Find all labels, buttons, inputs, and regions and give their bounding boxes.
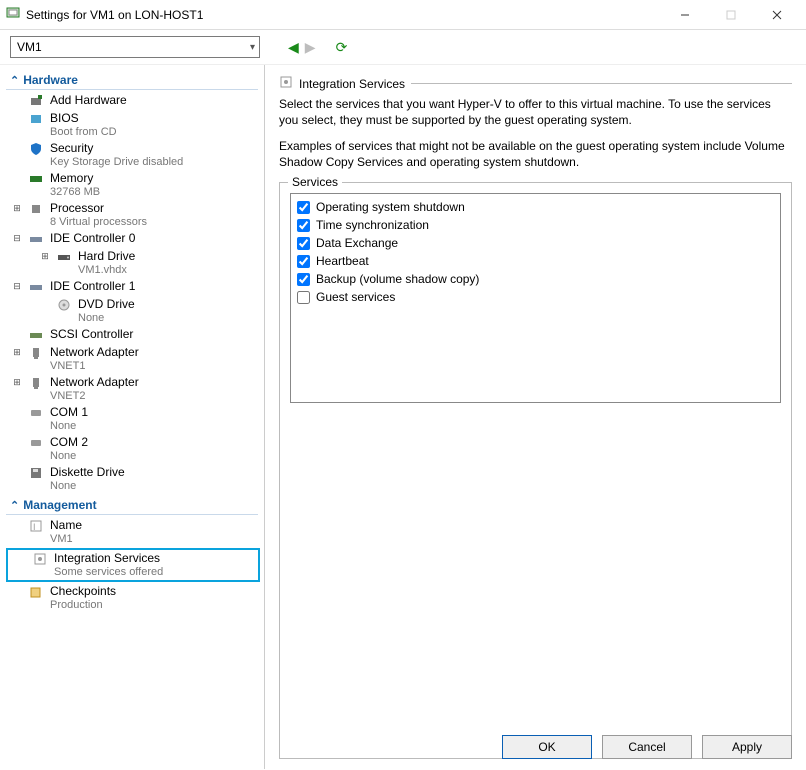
window-title: Settings for VM1 on LON-HOST1 (26, 8, 662, 22)
service-checkbox-row[interactable]: Operating system shutdown (297, 198, 774, 216)
checkpoints-icon (28, 584, 44, 600)
service-label: Time synchronization (316, 216, 429, 234)
service-checkbox-row[interactable]: Backup (volume shadow copy) (297, 270, 774, 288)
ok-button[interactable]: OK (502, 735, 592, 759)
chip-icon (28, 111, 44, 127)
service-checkbox[interactable] (297, 237, 310, 250)
expand-icon[interactable]: ⊞ (12, 201, 22, 214)
tree-checkpoints[interactable]: Checkpoints Production (2, 583, 264, 613)
panel-description-2: Examples of services that might not be a… (279, 138, 792, 170)
tree-name[interactable]: I Name VM1 (2, 517, 264, 547)
service-label: Data Exchange (316, 234, 398, 252)
hardware-section-label: Hardware (23, 73, 78, 87)
name-icon: I (28, 518, 44, 534)
management-section-header[interactable]: ⌃ Management (6, 496, 258, 515)
tree-network-adapter-2[interactable]: ⊞ Network Adapter VNET2 (2, 374, 264, 404)
tree-integration-services[interactable]: Integration Services Some services offer… (6, 548, 260, 582)
nav-next-button[interactable]: ▶ (305, 39, 316, 56)
service-checkbox[interactable] (297, 201, 310, 214)
dialog-buttons: OK Cancel Apply (502, 735, 792, 759)
tree-bios[interactable]: BIOS Boot from CD (2, 110, 264, 140)
service-checkbox[interactable] (297, 273, 310, 286)
tree-diskette[interactable]: Diskette Drive None (2, 464, 264, 494)
tree-dvd-drive[interactable]: DVD Drive None (2, 296, 264, 326)
app-icon (6, 6, 20, 23)
svg-text:I: I (33, 522, 36, 532)
cpu-icon (28, 201, 44, 217)
service-checkbox[interactable] (297, 219, 310, 232)
content-panel: Integration Services Select the services… (265, 65, 806, 769)
expand-icon[interactable]: ⊞ (12, 345, 22, 358)
tree-scsi[interactable]: SCSI Controller (2, 326, 264, 344)
floppy-icon (28, 465, 44, 481)
titlebar: Settings for VM1 on LON-HOST1 (0, 0, 806, 30)
tree-security[interactable]: Security Key Storage Drive disabled (2, 140, 264, 170)
service-label: Backup (volume shadow copy) (316, 270, 479, 288)
apply-button[interactable]: Apply (702, 735, 792, 759)
settings-tree[interactable]: ⌃ Hardware Add Hardware BIOS Boot from C… (0, 65, 265, 769)
controller-icon (28, 231, 44, 247)
tree-network-adapter-1[interactable]: ⊞ Network Adapter VNET1 (2, 344, 264, 374)
service-label: Operating system shutdown (316, 198, 465, 216)
vm-select-value: VM1 (17, 40, 42, 54)
tree-processor[interactable]: ⊞ Processor 8 Virtual processors (2, 200, 264, 230)
service-checkbox-row[interactable]: Time synchronization (297, 216, 774, 234)
memory-icon (28, 171, 44, 187)
dvd-icon (56, 297, 72, 313)
management-section-label: Management (23, 498, 96, 512)
tree-ide0[interactable]: ⊟ IDE Controller 0 (2, 230, 264, 248)
vm-select-dropdown[interactable]: VM1 ▾ (10, 36, 260, 58)
services-legend: Services (288, 175, 342, 189)
collapse-icon: ⌃ (10, 499, 19, 512)
service-checkbox[interactable] (297, 255, 310, 268)
integration-services-icon (279, 75, 293, 92)
tree-com1[interactable]: COM 1 None (2, 404, 264, 434)
service-label: Heartbeat (316, 252, 369, 270)
tree-hard-drive[interactable]: ⊞ Hard Drive VM1.vhdx (2, 248, 264, 278)
network-icon (28, 345, 44, 361)
collapse-icon[interactable]: ⊟ (12, 279, 22, 292)
toolbar: VM1 ▾ ◀ ▶ ⟳ (0, 30, 806, 65)
serial-port-icon (28, 435, 44, 451)
close-button[interactable] (754, 0, 800, 30)
collapse-icon: ⌃ (10, 74, 19, 87)
service-checkbox[interactable] (297, 291, 310, 304)
title-rule (411, 83, 792, 84)
collapse-icon[interactable]: ⊟ (12, 231, 22, 244)
service-checkbox-row[interactable]: Guest services (297, 288, 774, 306)
tree-add-hardware[interactable]: Add Hardware (2, 92, 264, 110)
tree-com2[interactable]: COM 2 None (2, 434, 264, 464)
cancel-button[interactable]: Cancel (602, 735, 692, 759)
service-label: Guest services (316, 288, 395, 306)
network-icon (28, 375, 44, 391)
expand-icon[interactable]: ⊞ (12, 375, 22, 388)
hard-drive-icon (56, 249, 72, 265)
tree-ide1[interactable]: ⊟ IDE Controller 1 (2, 278, 264, 296)
add-hardware-icon (28, 93, 44, 109)
serial-port-icon (28, 405, 44, 421)
controller-icon (28, 279, 44, 295)
services-fieldset: Services Operating system shutdownTime s… (279, 182, 792, 759)
nav-prev-button[interactable]: ◀ (288, 39, 299, 56)
minimize-button[interactable] (662, 0, 708, 30)
maximize-button[interactable] (708, 0, 754, 30)
services-list: Operating system shutdownTime synchroniz… (290, 193, 781, 403)
scsi-icon (28, 327, 44, 343)
service-checkbox-row[interactable]: Data Exchange (297, 234, 774, 252)
panel-title-row: Integration Services (279, 75, 792, 92)
tree-memory[interactable]: Memory 32768 MB (2, 170, 264, 200)
nav-arrows: ◀ ▶ (288, 39, 316, 56)
expand-icon[interactable]: ⊞ (40, 249, 50, 262)
integration-services-icon (32, 551, 48, 567)
panel-title: Integration Services (299, 77, 405, 91)
reload-button[interactable]: ⟳ (336, 39, 348, 56)
panel-description-1: Select the services that you want Hyper-… (279, 96, 792, 128)
hardware-section-header[interactable]: ⌃ Hardware (6, 71, 258, 90)
chevron-down-icon: ▾ (250, 42, 255, 53)
service-checkbox-row[interactable]: Heartbeat (297, 252, 774, 270)
shield-icon (28, 141, 44, 157)
